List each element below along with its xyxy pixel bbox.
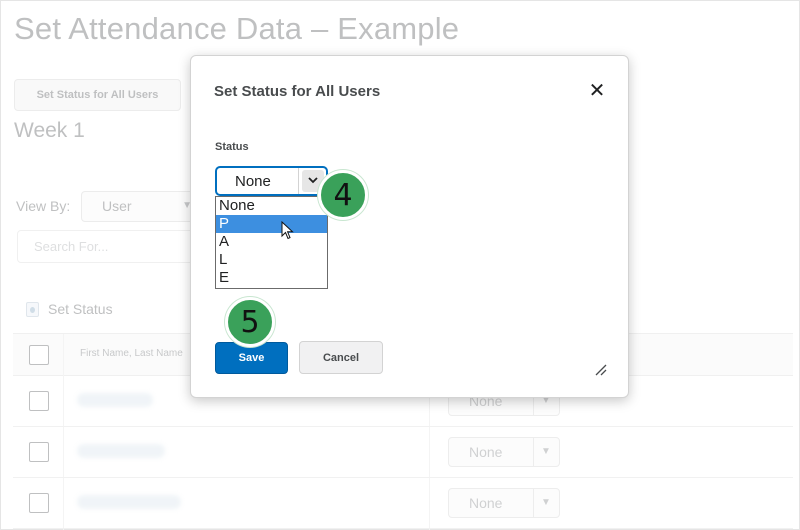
- mouse-pointer-icon: [281, 220, 294, 245]
- dialog-title: Set Status for All Users: [214, 83, 381, 100]
- option-e[interactable]: E: [216, 269, 327, 287]
- option-l[interactable]: L: [216, 251, 327, 269]
- select-divider: [298, 168, 299, 194]
- option-a[interactable]: A: [216, 233, 327, 251]
- close-button[interactable]: ✕: [587, 80, 607, 102]
- close-icon: ✕: [588, 80, 606, 102]
- step-4-badge: 4: [318, 170, 368, 220]
- status-label: Status: [215, 141, 249, 153]
- set-status-dialog: Set Status for All Users ✕ Status None N…: [190, 55, 629, 398]
- resize-handle-icon[interactable]: [593, 362, 607, 376]
- step-5-badge: 5: [225, 297, 275, 347]
- status-select[interactable]: None: [215, 166, 328, 196]
- cancel-button[interactable]: Cancel: [299, 341, 383, 374]
- option-p[interactable]: P: [216, 215, 327, 233]
- status-options-list: None P A L E: [215, 196, 328, 289]
- status-select-value: None: [235, 173, 271, 190]
- option-none[interactable]: None: [216, 197, 327, 215]
